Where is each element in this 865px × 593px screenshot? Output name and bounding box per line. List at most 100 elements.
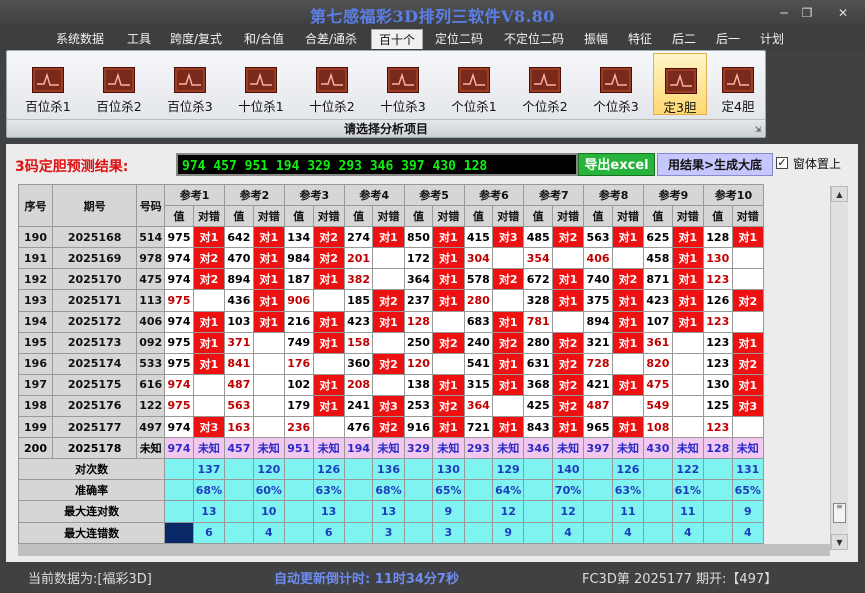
- chart-icon: [316, 67, 348, 93]
- table-row: 198 2025176 122 975 563 179 对1 241 对3 253 对2 364 425…: [17, 394, 765, 418]
- ref-header-10: 参考10: [702, 183, 765, 207]
- menu-12[interactable]: 后一: [713, 29, 743, 49]
- hit-cell: [551, 247, 585, 270]
- vertical-scrollbar[interactable]: ▲ ≡ ▼: [830, 186, 848, 550]
- status-bar: 当前数据为:[福彩3D] 自动更新倒计时: 11时34分7秒 FC3D第 202…: [0, 562, 865, 593]
- ref-value-cell: 965: [583, 416, 613, 439]
- update-countdown: 自动更新倒计时: 11时34分7秒: [274, 572, 459, 587]
- forecast-status-cell: 未知: [611, 437, 645, 460]
- draw-number-cell: 533: [136, 352, 166, 375]
- hit-cell: [731, 247, 765, 270]
- scroll-down-icon[interactable]: ▼: [831, 534, 848, 550]
- prediction-result-field[interactable]: 974 457 951 194 329 293 346 397 430 128: [176, 153, 578, 176]
- restore-icon[interactable]: ❐: [796, 4, 818, 22]
- toolbar-button-2[interactable]: 百位杀2: [86, 53, 152, 115]
- stats-spacer: [702, 500, 733, 523]
- stats-label: 准确率: [17, 479, 166, 502]
- ref-value-cell: 487: [224, 373, 254, 396]
- menu-13[interactable]: 计划: [757, 29, 787, 49]
- seq-cell: 199: [17, 416, 54, 439]
- stats-spacer: [164, 521, 194, 544]
- toolbar-button-7[interactable]: 个位杀1: [441, 53, 507, 115]
- ref-value-cell: 328: [523, 289, 553, 312]
- menu-5[interactable]: 合差/通杀: [303, 29, 359, 49]
- forecast-row: 200 2025178 未知 974 未知 457 未知 951 未知 194 未知 329 未知 293…: [17, 437, 765, 460]
- menu-11[interactable]: 后二: [669, 29, 699, 49]
- seq-cell: 190: [17, 226, 54, 249]
- stats-spacer: [523, 500, 553, 523]
- stats-value: 10: [252, 500, 285, 523]
- chart-icon: [722, 67, 754, 93]
- forecast-status-cell: 未知: [432, 437, 465, 460]
- ref-value-cell: 250: [403, 331, 434, 354]
- hit-cell: 对1: [432, 373, 465, 396]
- stats-spacer: [583, 500, 613, 523]
- topmost-checkbox[interactable]: ✓: [776, 157, 788, 169]
- generate-base-button[interactable]: 用结果>生成大底: [657, 153, 773, 176]
- hit-cell: [252, 352, 285, 375]
- table-row: 196 2025174 533 975 对1 841 176 360 对2 120 541 对1 631…: [17, 352, 765, 375]
- stats-spacer: [643, 500, 673, 523]
- ref-value-cell: 364: [403, 268, 434, 291]
- hit-cell: 对2: [611, 268, 645, 291]
- stats-spacer: [702, 521, 733, 544]
- stats-value: 131: [731, 458, 765, 481]
- toolbar-button-11[interactable]: 定4胆: [711, 53, 765, 115]
- hit-cell: 对1: [551, 416, 585, 439]
- menu-3[interactable]: 跨度/复式: [168, 29, 224, 49]
- draw-number-cell: 978: [136, 247, 166, 270]
- toolbar-button-1[interactable]: 百位杀1: [15, 53, 81, 115]
- ref-value-cell: 126: [702, 289, 733, 312]
- ref-value-cell: 179: [283, 394, 314, 418]
- seq-cell: 193: [17, 289, 54, 312]
- horizontal-scrollbar[interactable]: [18, 544, 830, 556]
- minimize-icon[interactable]: ─: [773, 4, 795, 22]
- menu-4[interactable]: 和/合值: [241, 29, 287, 49]
- toolbar-button-10[interactable]: 定3胆: [653, 53, 707, 115]
- expand-corner-icon[interactable]: ⇲: [754, 126, 762, 134]
- ref-header-8: 参考8: [583, 183, 645, 207]
- menu-10[interactable]: 特征: [625, 29, 655, 49]
- stats-value: 12: [551, 500, 585, 523]
- hit-cell: [252, 416, 285, 439]
- hit-subheader: 对错: [312, 205, 345, 228]
- draw-number-cell: 122: [136, 394, 166, 418]
- toolbar-button-6[interactable]: 十位杀3: [370, 53, 436, 115]
- stats-value: 126: [312, 458, 345, 481]
- stats-value: 9: [432, 500, 465, 523]
- menu-2[interactable]: 工具: [124, 29, 154, 49]
- ref-value-cell: 871: [643, 268, 673, 291]
- latest-issue-info: FC3D第 2025177 期开:【497】: [582, 572, 778, 587]
- stats-value: 126: [611, 458, 645, 481]
- ref-value-cell: 130: [702, 247, 733, 270]
- ref-value-cell: 485: [523, 226, 553, 249]
- menu-8[interactable]: 不定位二码: [501, 29, 567, 49]
- menu-7[interactable]: 定位二码: [433, 29, 485, 49]
- toolbar-button-9[interactable]: 个位杀3: [583, 53, 649, 115]
- title-bar: 第七感福彩3D排列三软件V8.80 ─ ❐ ✕: [0, 0, 865, 28]
- menu-9[interactable]: 振幅: [581, 29, 611, 49]
- menu-6[interactable]: 百十个: [371, 29, 423, 49]
- stats-value: 3: [372, 521, 405, 544]
- forecast-value-cell: 457: [224, 437, 254, 460]
- ref-value-cell: 423: [643, 289, 673, 312]
- ref-value-cell: 236: [283, 416, 314, 439]
- ref-header-2: 参考2: [224, 183, 285, 207]
- toolbar-button-3[interactable]: 百位杀3: [157, 53, 223, 115]
- hit-cell: 对2: [372, 352, 405, 375]
- ref-value-cell: 128: [702, 226, 733, 249]
- seq-cell: 198: [17, 394, 54, 418]
- hit-cell: 对2: [551, 352, 585, 375]
- scroll-thumb[interactable]: ≡: [833, 503, 846, 523]
- hit-subheader: 对错: [432, 205, 465, 228]
- export-excel-button[interactable]: 导出excel: [578, 153, 655, 176]
- ref-value-cell: 208: [343, 373, 374, 396]
- ref-value-cell: 894: [583, 310, 613, 333]
- scroll-up-icon[interactable]: ▲: [831, 186, 848, 202]
- menu-1[interactable]: 系统数据: [56, 29, 104, 49]
- toolbar-button-5[interactable]: 十位杀2: [299, 53, 365, 115]
- table-row: 190 2025168 514 975 对1 642 对1 134 对2 274 对1 850 对1 41…: [17, 226, 765, 249]
- toolbar-button-4[interactable]: 十位杀1: [228, 53, 294, 115]
- toolbar-button-8[interactable]: 个位杀2: [512, 53, 578, 115]
- close-icon[interactable]: ✕: [832, 4, 854, 22]
